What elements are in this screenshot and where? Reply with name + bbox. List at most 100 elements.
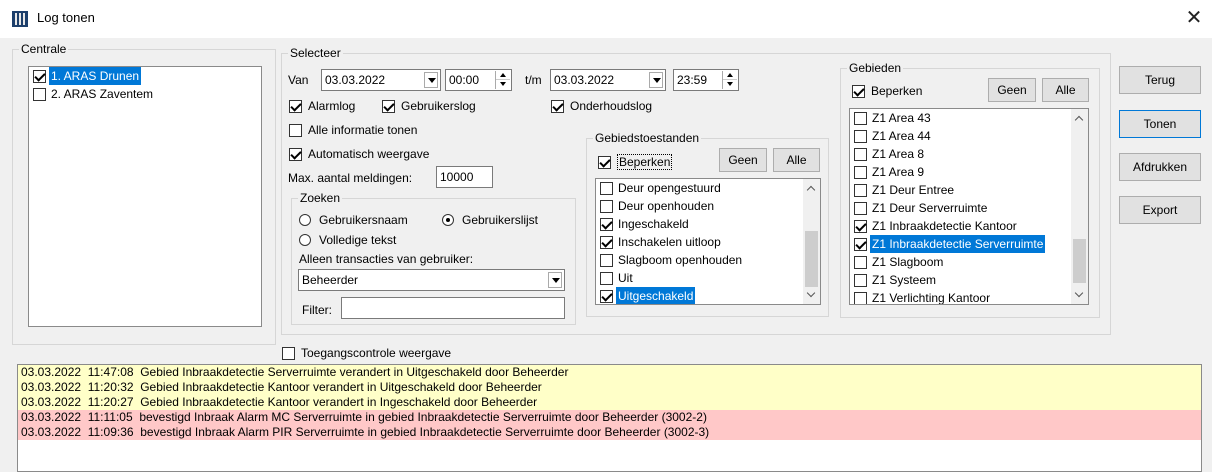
list-item[interactable]: Z1 Systeem [850, 271, 1088, 289]
list-item[interactable]: Ingeschakeld [596, 215, 820, 233]
alle-info-checkbox[interactable]: Alle informatie tonen [289, 123, 417, 137]
checkbox[interactable] [600, 181, 613, 195]
checkbox[interactable] [854, 291, 867, 304]
checkbox[interactable] [600, 253, 613, 267]
list-item[interactable]: 2. ARAS Zaventem [29, 85, 261, 103]
checkbox[interactable] [289, 123, 302, 137]
date-from-input[interactable]: 03.03.2022 [321, 69, 441, 91]
list-item[interactable]: Z1 Area 43 [850, 109, 1088, 127]
tonen-button[interactable]: Tonen [1119, 110, 1201, 138]
scroll-up-icon[interactable] [1075, 114, 1084, 123]
checkbox[interactable] [600, 271, 613, 285]
gebruiker-select[interactable]: Beheerder [298, 269, 565, 291]
checkbox[interactable] [600, 217, 613, 231]
gebieden-alle-button[interactable]: Alle [1042, 78, 1089, 102]
terug-button[interactable]: Terug [1119, 66, 1201, 94]
radio-button[interactable] [442, 214, 454, 226]
log-entry[interactable]: 03.03.2022 11:11:05 bevestigd Inbraak Al… [18, 410, 1201, 425]
scrollbar[interactable] [1071, 109, 1088, 304]
list-item[interactable]: Z1 Area 44 [850, 127, 1088, 145]
list-item[interactable]: Z1 Deur Entree [850, 181, 1088, 199]
checkbox[interactable] [854, 219, 867, 233]
scroll-up-icon[interactable] [807, 184, 816, 193]
list-item[interactable]: 1. ARAS Drunen [29, 67, 261, 85]
gebruikerslog-checkbox[interactable]: Gebruikerslog [382, 99, 476, 113]
time-to-input[interactable]: 23:59 [673, 69, 739, 91]
checkbox[interactable] [854, 201, 867, 215]
spin-up-icon[interactable] [723, 71, 737, 80]
list-item[interactable]: Inschakelen uitloop [596, 233, 820, 251]
gebiedstoestanden-alle-button[interactable]: Alle [773, 148, 820, 172]
scroll-down-icon[interactable] [1075, 290, 1084, 299]
date-to-input[interactable]: 03.03.2022 [550, 69, 666, 91]
list-item[interactable]: Z1 Inbraakdetectie Kantoor [850, 217, 1088, 235]
log-entry[interactable]: 03.03.2022 11:47:08 Gebied Inbraakdetect… [18, 365, 1201, 380]
checkbox[interactable] [551, 99, 564, 113]
spin-down-icon[interactable] [496, 80, 510, 89]
list-item[interactable]: Z1 Slagboom [850, 253, 1088, 271]
gebruikerslijst-radio[interactable]: Gebruikerslijst [442, 213, 538, 227]
log-entry[interactable]: 03.03.2022 11:20:32 Gebied Inbraakdetect… [18, 380, 1201, 395]
checkbox[interactable] [854, 183, 867, 197]
alarmlog-checkbox[interactable]: Alarmlog [289, 99, 355, 113]
checkbox[interactable] [854, 237, 867, 251]
checkbox[interactable] [852, 84, 865, 98]
spin-down-icon[interactable] [723, 80, 737, 89]
spin-up-icon[interactable] [496, 71, 510, 80]
log-entry[interactable]: 03.03.2022 11:20:27 Gebied Inbraakdetect… [18, 395, 1201, 410]
radio-button[interactable] [299, 214, 311, 226]
checkbox[interactable] [854, 147, 867, 161]
checkbox[interactable] [854, 255, 867, 269]
list-item[interactable]: Deur opengestuurd [596, 179, 820, 197]
list-item[interactable]: Z1 Deur Serverruimte [850, 199, 1088, 217]
max-meldingen-input[interactable]: 10000 [436, 166, 493, 188]
list-item[interactable]: Z1 Area 9 [850, 163, 1088, 181]
filter-input[interactable] [341, 297, 565, 319]
onderhoudslog-checkbox[interactable]: Onderhoudslog [551, 99, 652, 113]
gebruikersnaam-radio[interactable]: Gebruikersnaam [299, 213, 408, 227]
chevron-down-icon[interactable] [548, 272, 562, 288]
checkbox[interactable] [382, 99, 395, 113]
gebieden-list[interactable]: Z1 Area 43 Z1 Area 44 Z1 Area 8 Z1 Area 9 Z1… [849, 108, 1089, 305]
checkbox[interactable] [854, 129, 867, 143]
checkbox[interactable] [600, 235, 613, 249]
list-item[interactable]: Uitgeschakeld [596, 287, 820, 304]
checkbox[interactable] [33, 87, 46, 101]
auto-weergave-checkbox[interactable]: Automatisch weergave [289, 147, 429, 161]
centrale-list[interactable]: 1. ARAS Drunen 2. ARAS Zaventem [28, 66, 262, 327]
checkbox[interactable] [600, 199, 613, 213]
volledige-tekst-radio[interactable]: Volledige tekst [299, 233, 396, 247]
checkbox[interactable] [854, 165, 867, 179]
list-item[interactable]: Z1 Inbraakdetectie Serverruimte [850, 235, 1088, 253]
close-icon[interactable]: ✕ [1182, 6, 1206, 30]
list-item[interactable]: Z1 Area 8 [850, 145, 1088, 163]
log-list[interactable]: 03.03.2022 11:47:08 Gebied Inbraakdetect… [17, 364, 1202, 472]
chevron-down-icon[interactable] [424, 72, 438, 88]
scrollbar-thumb[interactable] [805, 231, 818, 287]
gebiedstoestanden-beperken-checkbox[interactable]: Beperken [598, 154, 673, 170]
list-item[interactable]: Deur openhouden [596, 197, 820, 215]
scrollbar-thumb[interactable] [1073, 239, 1086, 283]
chevron-down-icon[interactable] [649, 72, 663, 88]
checkbox[interactable] [33, 69, 46, 83]
checkbox[interactable] [854, 111, 867, 125]
checkbox[interactable] [600, 289, 613, 303]
checkbox[interactable] [282, 346, 295, 360]
time-from-spinner[interactable] [495, 71, 510, 89]
gebiedstoestanden-list[interactable]: Deur opengestuurd Deur openhouden Ingescha… [595, 178, 821, 305]
list-item[interactable]: Slagboom openhouden [596, 251, 820, 269]
checkbox[interactable] [598, 155, 611, 169]
list-item[interactable]: Uit [596, 269, 820, 287]
gebieden-beperken-checkbox[interactable]: Beperken [852, 84, 922, 98]
checkbox[interactable] [289, 99, 302, 113]
afdrukken-button[interactable]: Afdrukken [1119, 153, 1201, 181]
log-entry[interactable]: 03.03.2022 11:09:36 bevestigd Inbraak Al… [18, 425, 1201, 440]
time-from-input[interactable]: 00:00 [445, 69, 512, 91]
checkbox[interactable] [854, 273, 867, 287]
export-button[interactable]: Export [1119, 196, 1201, 224]
gebiedstoestanden-geen-button[interactable]: Geen [719, 148, 767, 172]
scrollbar[interactable] [803, 179, 820, 304]
time-to-spinner[interactable] [722, 71, 737, 89]
gebieden-geen-button[interactable]: Geen [988, 78, 1036, 102]
checkbox[interactable] [289, 147, 302, 161]
